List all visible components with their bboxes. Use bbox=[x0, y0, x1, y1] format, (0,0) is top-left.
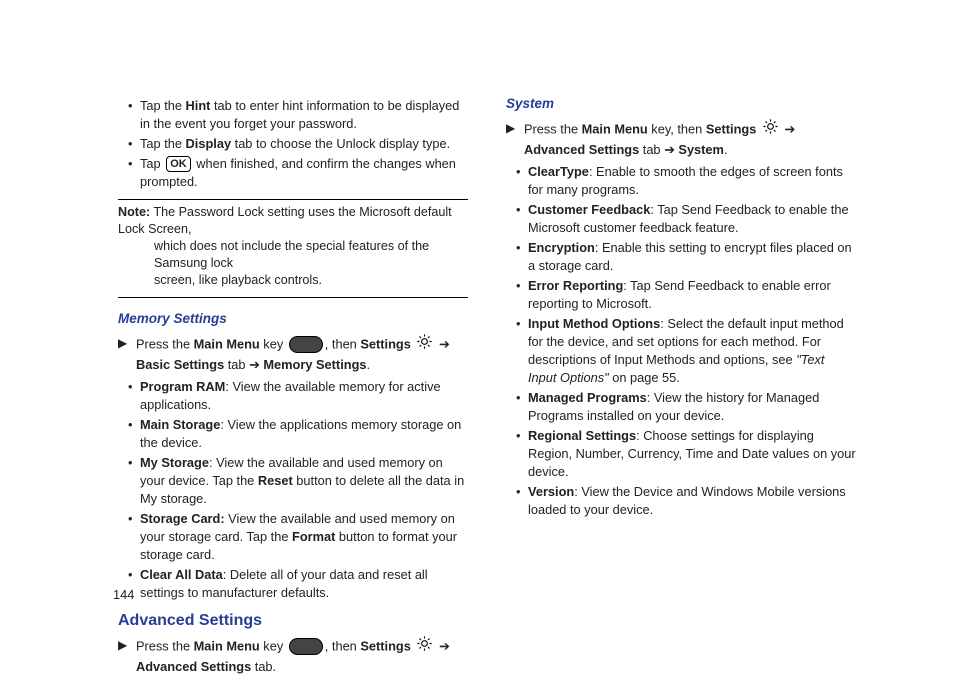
gear-icon bbox=[416, 635, 433, 657]
bullet-dot-icon: • bbox=[516, 163, 528, 199]
bullet-input-method: • Input Method Options: Select the defau… bbox=[516, 315, 856, 387]
bullet-text: Version: View the Device and Windows Mob… bbox=[528, 483, 856, 519]
bullet-dot-icon: • bbox=[128, 510, 140, 564]
bullet-text: Clear All Data: Delete all of your data … bbox=[140, 566, 468, 602]
bullet-text: Error Reporting: Tap Send Feedback to en… bbox=[528, 277, 856, 313]
bullet-dot-icon: • bbox=[516, 389, 528, 425]
gear-icon bbox=[416, 333, 433, 355]
bullet-dot-icon: • bbox=[128, 135, 140, 153]
bullet-dot-icon: • bbox=[128, 155, 140, 191]
bullet-text: Tap the Hint tab to enter hint informati… bbox=[140, 97, 468, 133]
bullet-dot-icon: • bbox=[128, 97, 140, 133]
triangle-icon: ▶ bbox=[118, 334, 136, 374]
note-block: Note: The Password Lock setting uses the… bbox=[118, 204, 468, 289]
bullet-text: Input Method Options: Select the default… bbox=[528, 315, 856, 387]
step-text: Press the Main Menu key , then Settings … bbox=[136, 636, 468, 676]
bullet-program-ram: • Program RAM: View the available memory… bbox=[128, 378, 468, 414]
bullet-text: Regional Settings: Choose settings for d… bbox=[528, 427, 856, 481]
bullet-ok: • Tap OK when finished, and confirm the … bbox=[128, 155, 468, 191]
advanced-step: ▶ Press the Main Menu key , then Setting… bbox=[118, 636, 468, 676]
bullet-dot-icon: • bbox=[128, 378, 140, 414]
bullet-cleartype: • ClearType: Enable to smooth the edges … bbox=[516, 163, 856, 199]
triangle-icon: ▶ bbox=[506, 119, 524, 159]
bullet-text: Tap the Display tab to choose the Unlock… bbox=[140, 135, 468, 153]
bullet-dot-icon: • bbox=[516, 239, 528, 275]
bullet-text: Program RAM: View the available memory f… bbox=[140, 378, 468, 414]
step-text: Press the Main Menu key , then Settings … bbox=[136, 334, 468, 374]
right-column: System ▶ Press the Main Menu key, then S… bbox=[506, 95, 856, 521]
bullet-text: My Storage: View the available and used … bbox=[140, 454, 468, 508]
bullet-text: Main Storage: View the applications memo… bbox=[140, 416, 468, 452]
bullet-display: • Tap the Display tab to choose the Unlo… bbox=[128, 135, 468, 153]
bullet-dot-icon: • bbox=[128, 454, 140, 508]
bullet-clear-all: • Clear All Data: Delete all of your dat… bbox=[128, 566, 468, 602]
bullet-main-storage: • Main Storage: View the applications me… bbox=[128, 416, 468, 452]
bullet-regional-settings: • Regional Settings: Choose settings for… bbox=[516, 427, 856, 481]
divider-line bbox=[118, 199, 468, 200]
bullet-my-storage: • My Storage: View the available and use… bbox=[128, 454, 468, 508]
memory-settings-heading: Memory Settings bbox=[118, 310, 468, 328]
divider-line bbox=[118, 297, 468, 298]
bullet-dot-icon: • bbox=[516, 315, 528, 387]
bullet-dot-icon: • bbox=[516, 201, 528, 237]
bullet-text: Tap OK when finished, and confirm the ch… bbox=[140, 155, 468, 191]
step-text: Press the Main Menu key, then Settings ➔… bbox=[524, 119, 856, 159]
ok-button-icon: OK bbox=[166, 156, 191, 172]
triangle-icon: ▶ bbox=[118, 636, 136, 676]
main-menu-key-icon bbox=[289, 336, 323, 353]
bullet-customer-feedback: • Customer Feedback: Tap Send Feedback t… bbox=[516, 201, 856, 237]
bullet-encryption: • Encryption: Enable this setting to enc… bbox=[516, 239, 856, 275]
advanced-settings-heading: Advanced Settings bbox=[118, 612, 468, 630]
left-column: • Tap the Hint tab to enter hint informa… bbox=[118, 95, 468, 680]
bullet-text: ClearType: Enable to smooth the edges of… bbox=[528, 163, 856, 199]
bullet-hint: • Tap the Hint tab to enter hint informa… bbox=[128, 97, 468, 133]
bullet-managed-programs: • Managed Programs: View the history for… bbox=[516, 389, 856, 425]
manual-page: • Tap the Hint tab to enter hint informa… bbox=[0, 0, 954, 682]
page-number: 144 bbox=[113, 587, 134, 602]
bullet-text: Encryption: Enable this setting to encry… bbox=[528, 239, 856, 275]
bullet-text: Storage Card: View the available and use… bbox=[140, 510, 468, 564]
bullet-version: • Version: View the Device and Windows M… bbox=[516, 483, 856, 519]
gear-icon bbox=[762, 118, 779, 140]
bullet-dot-icon: • bbox=[516, 427, 528, 481]
memory-step: ▶ Press the Main Menu key , then Setting… bbox=[118, 334, 468, 374]
bullet-error-reporting: • Error Reporting: Tap Send Feedback to … bbox=[516, 277, 856, 313]
main-menu-key-icon bbox=[289, 638, 323, 655]
bullet-dot-icon: • bbox=[128, 416, 140, 452]
bullet-text: Managed Programs: View the history for M… bbox=[528, 389, 856, 425]
bullet-text: Customer Feedback: Tap Send Feedback to … bbox=[528, 201, 856, 237]
system-heading: System bbox=[506, 95, 856, 113]
bullet-dot-icon: • bbox=[516, 483, 528, 519]
bullet-dot-icon: • bbox=[516, 277, 528, 313]
bullet-storage-card: • Storage Card: View the available and u… bbox=[128, 510, 468, 564]
system-step: ▶ Press the Main Menu key, then Settings… bbox=[506, 119, 856, 159]
